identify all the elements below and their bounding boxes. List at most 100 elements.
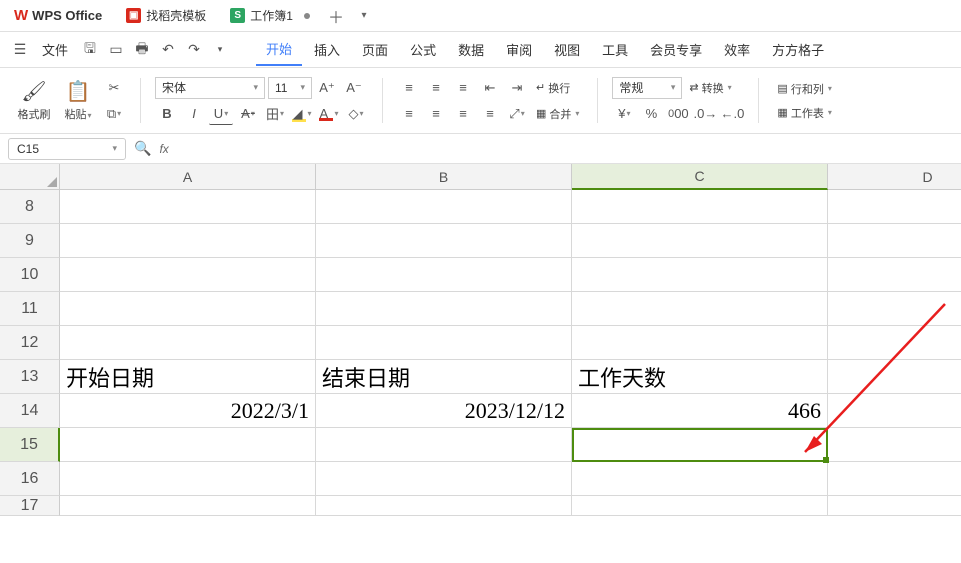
cell[interactable]	[828, 292, 961, 326]
cell[interactable]	[572, 258, 828, 292]
strike-button[interactable]: A▾	[236, 103, 260, 125]
border-button[interactable]: 田▾	[263, 103, 287, 125]
col-header-D[interactable]: D	[828, 164, 961, 190]
cell[interactable]	[828, 428, 961, 462]
cell[interactable]	[572, 462, 828, 496]
cell[interactable]	[60, 258, 316, 292]
cell[interactable]	[828, 496, 961, 516]
orient-button[interactable]: ⤢▾	[505, 103, 529, 125]
currency-button[interactable]: ¥▾	[612, 103, 636, 125]
cell[interactable]	[60, 428, 316, 462]
copy-button[interactable]: ⧉▾	[102, 103, 126, 125]
cell-B14[interactable]: 2023/12/12	[316, 394, 572, 428]
cell[interactable]	[60, 292, 316, 326]
menu-insert[interactable]: 插入	[304, 34, 350, 65]
font-size-select[interactable]: 11▾	[268, 77, 312, 99]
clear-format-button[interactable]: ◇▾	[344, 103, 368, 125]
convert-button[interactable]: ⇄转换▾	[685, 78, 735, 98]
number-format-select[interactable]: 常规▾	[612, 77, 682, 99]
print-icon[interactable]: 🖶	[130, 38, 154, 62]
cell-C13[interactable]: 工作天数	[572, 360, 828, 394]
cell[interactable]	[572, 496, 828, 516]
align-middle-button[interactable]: ≡	[424, 77, 448, 99]
shrink-font-button[interactable]: A⁻	[342, 77, 366, 99]
cell[interactable]	[572, 224, 828, 258]
cell[interactable]	[572, 190, 828, 224]
menu-view[interactable]: 视图	[544, 34, 590, 65]
row-header[interactable]: 13	[0, 360, 60, 394]
cell[interactable]	[316, 462, 572, 496]
cell[interactable]	[60, 190, 316, 224]
col-header-B[interactable]: B	[316, 164, 572, 190]
menu-formula[interactable]: 公式	[400, 34, 446, 65]
font-name-select[interactable]: 宋体▾	[155, 77, 265, 99]
name-box[interactable]: C15 ▾	[8, 138, 126, 160]
cell[interactable]	[60, 224, 316, 258]
dropdown-icon[interactable]: ▾	[208, 38, 232, 62]
fx-icon[interactable]: fx	[159, 142, 168, 156]
add-tab-button[interactable]: ＋	[324, 4, 348, 28]
row-header[interactable]: 15	[0, 428, 60, 462]
save-icon[interactable]: 🖫	[78, 38, 102, 62]
cell[interactable]	[572, 326, 828, 360]
cell[interactable]	[316, 190, 572, 224]
cell[interactable]	[60, 326, 316, 360]
format-painter-button[interactable]: 🖌 格式刷	[14, 79, 54, 122]
fill-color-button[interactable]: ◢▾	[290, 103, 314, 125]
cell[interactable]	[316, 292, 572, 326]
file-menu[interactable]: 文件	[34, 40, 76, 59]
indent-dec-button[interactable]: ⇤	[478, 77, 502, 99]
rowcol-button[interactable]: ▤行和列▾	[773, 79, 835, 99]
cell[interactable]	[828, 190, 961, 224]
cell[interactable]	[316, 224, 572, 258]
formula-input[interactable]	[177, 139, 953, 159]
tab-template[interactable]: ▣ 找稻壳模板	[116, 3, 216, 29]
align-center-button[interactable]: ≡	[424, 103, 448, 125]
row-header[interactable]: 14	[0, 394, 60, 428]
align-top-button[interactable]: ≡	[397, 77, 421, 99]
col-header-A[interactable]: A	[60, 164, 316, 190]
cell[interactable]	[316, 326, 572, 360]
row-header[interactable]: 12	[0, 326, 60, 360]
comma-button[interactable]: 000	[666, 103, 690, 125]
menu-page[interactable]: 页面	[352, 34, 398, 65]
bold-button[interactable]: B	[155, 103, 179, 125]
cell[interactable]	[316, 496, 572, 516]
align-left-button[interactable]: ≡	[397, 103, 421, 125]
menu-fangfang[interactable]: 方方格子	[762, 34, 834, 65]
percent-button[interactable]: %	[639, 103, 663, 125]
justify-button[interactable]: ≡	[478, 103, 502, 125]
undo-icon[interactable]: ↶	[156, 38, 180, 62]
col-header-C[interactable]: C	[572, 164, 828, 190]
menu-review[interactable]: 审阅	[496, 34, 542, 65]
align-bottom-button[interactable]: ≡	[451, 77, 475, 99]
menu-start[interactable]: 开始	[256, 33, 302, 66]
cell-B13[interactable]: 结束日期	[316, 360, 572, 394]
cell[interactable]	[828, 258, 961, 292]
cell-A13[interactable]: 开始日期	[60, 360, 316, 394]
cell[interactable]	[60, 496, 316, 516]
inc-decimal-button[interactable]: .0→	[693, 103, 717, 125]
row-header[interactable]: 10	[0, 258, 60, 292]
cell[interactable]	[828, 224, 961, 258]
cell-C14[interactable]: 466	[572, 394, 828, 428]
search-icon[interactable]: 🔍	[134, 140, 151, 157]
wrap-button[interactable]: ↵换行	[532, 78, 574, 98]
tab-workbook[interactable]: S 工作簿1	[220, 3, 320, 29]
cell[interactable]	[828, 360, 961, 394]
hamburger-icon[interactable]: ☰	[8, 38, 32, 62]
row-header[interactable]: 8	[0, 190, 60, 224]
cell[interactable]	[572, 292, 828, 326]
cell[interactable]	[316, 258, 572, 292]
menu-member[interactable]: 会员专享	[640, 34, 712, 65]
cut-button[interactable]: ✂	[102, 77, 126, 99]
cell[interactable]	[828, 462, 961, 496]
font-color-button[interactable]: A▾	[317, 103, 341, 125]
menu-efficiency[interactable]: 效率	[714, 34, 760, 65]
select-all-triangle[interactable]	[0, 164, 60, 190]
merge-button[interactable]: ▦合并▾	[532, 104, 583, 124]
redo-icon[interactable]: ↷	[182, 38, 206, 62]
cell[interactable]	[572, 428, 828, 462]
cell[interactable]	[316, 428, 572, 462]
row-header[interactable]: 9	[0, 224, 60, 258]
